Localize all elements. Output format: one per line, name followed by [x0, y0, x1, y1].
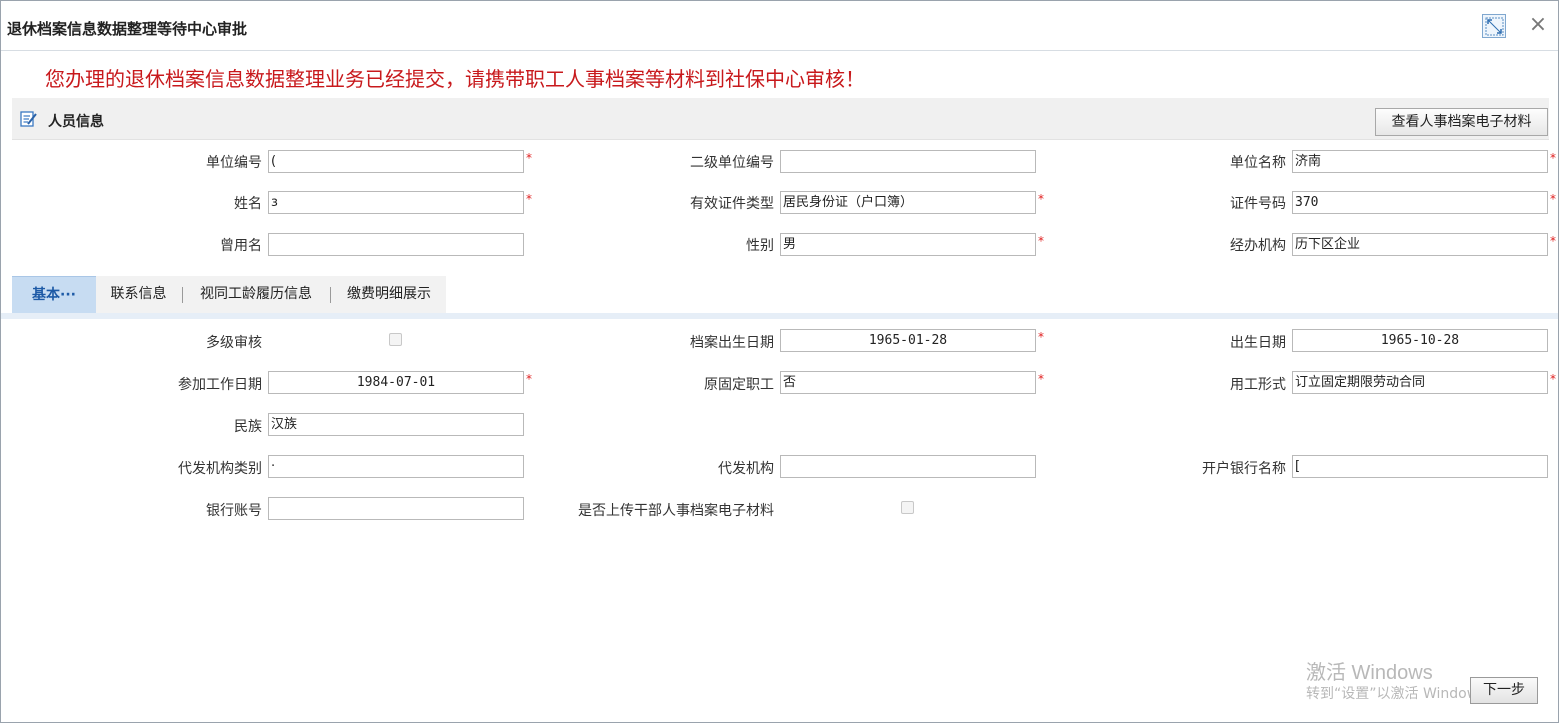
agency-select[interactable]: 历下区企业 [1292, 233, 1548, 256]
unit-code-field[interactable]: ( [268, 150, 524, 173]
required-mark: * [526, 151, 532, 165]
bank-name-label: 开户银行名称 [1202, 461, 1286, 477]
title-bar: 退休档案信息数据整理等待中心审批 × [1, 1, 1558, 51]
required-mark: * [1550, 234, 1556, 248]
payout-agency-select[interactable] [780, 455, 1036, 478]
employment-form-select[interactable]: 订立固定期限劳动合同 [1292, 371, 1548, 394]
payout-agency-type-label: 代发机构类别 [178, 461, 262, 477]
tab-divider [182, 287, 183, 303]
gender-label: 性别 [746, 238, 774, 254]
agency-label: 经办机构 [1230, 238, 1286, 254]
upload-cadre-materials-label: 是否上传干部人事档案电子材料 [578, 503, 774, 519]
original-fixed-worker-label: 原固定职工 [704, 377, 774, 393]
required-mark: * [1038, 234, 1044, 248]
activation-watermark-title: 激活 Windows [1306, 662, 1433, 684]
ethnicity-select[interactable]: 汉族 [268, 413, 524, 436]
payout-agency-label: 代发机构 [718, 461, 774, 477]
bank-account-field[interactable] [268, 497, 524, 520]
required-mark: * [1038, 330, 1044, 344]
required-mark: * [1550, 151, 1556, 165]
bank-account-label: 银行账号 [206, 503, 262, 519]
archive-birth-date-label: 档案出生日期 [690, 335, 774, 351]
close-button[interactable]: × [1527, 14, 1549, 38]
view-archive-materials-button[interactable]: 查看人事档案电子材料 [1375, 108, 1548, 136]
tab-divider [330, 287, 331, 303]
ethnicity-label: 民族 [234, 419, 262, 435]
id-number-field[interactable]: 370 [1292, 191, 1548, 214]
unit-name-label: 单位名称 [1230, 155, 1286, 171]
required-mark: * [526, 372, 532, 386]
multi-level-review-checkbox[interactable] [389, 333, 402, 346]
name-label: 姓名 [234, 196, 262, 212]
tab-basic[interactable]: 基本··· [12, 276, 96, 313]
tab-payment-details[interactable]: 缴费明细展示 [333, 276, 445, 313]
person-info-header: 人员信息 查看人事档案电子材料 [12, 98, 1549, 140]
close-icon: × [1528, 12, 1548, 37]
original-fixed-worker-select[interactable]: 否 [780, 371, 1036, 394]
bank-name-field[interactable]: [ [1292, 455, 1548, 478]
edit-form-icon [20, 110, 38, 132]
sub-unit-code-field[interactable] [780, 150, 1036, 173]
unit-name-field[interactable]: 济南 [1292, 150, 1548, 173]
maximize-button[interactable] [1482, 14, 1506, 38]
submission-notice: 您办理的退休档案信息数据整理业务已经提交，请携带职工人事档案等材料到社保中心审核… [45, 67, 865, 91]
required-mark: * [1550, 192, 1556, 206]
tabs-underline [1, 313, 1558, 319]
maximize-icon [1485, 17, 1504, 36]
id-number-label: 证件号码 [1230, 196, 1286, 212]
required-mark: * [1550, 372, 1556, 386]
sub-unit-code-label: 二级单位编号 [690, 155, 774, 171]
next-step-button[interactable]: 下一步 [1470, 677, 1538, 704]
id-type-label: 有效证件类型 [690, 196, 774, 212]
upload-cadre-materials-checkbox[interactable] [901, 501, 914, 514]
multi-level-review-label: 多级审核 [206, 335, 262, 351]
unit-code-label: 单位编号 [206, 155, 262, 171]
tab-contact[interactable]: 联系信息 [98, 276, 179, 313]
birth-date-label: 出生日期 [1230, 335, 1286, 351]
payout-agency-type-select[interactable]: · [268, 455, 524, 478]
section-title: 人员信息 [48, 114, 104, 130]
work-start-date-field[interactable]: 1984-07-01 [268, 371, 524, 394]
employment-form-label: 用工形式 [1230, 377, 1286, 393]
work-start-date-label: 参加工作日期 [178, 377, 262, 393]
required-mark: * [526, 192, 532, 206]
window-title: 退休档案信息数据整理等待中心审批 [7, 20, 248, 38]
name-field[interactable]: з [268, 191, 524, 214]
required-mark: * [1038, 372, 1044, 386]
former-name-label: 曾用名 [220, 238, 262, 254]
tab-equivalent-service[interactable]: 视同工龄履历信息 [185, 276, 327, 313]
archive-birth-date-field[interactable]: 1965-01-28 [780, 329, 1036, 352]
former-name-field[interactable] [268, 233, 524, 256]
required-mark: * [1038, 192, 1044, 206]
birth-date-field[interactable]: 1965-10-28 [1292, 329, 1548, 352]
gender-select[interactable]: 男 [780, 233, 1036, 256]
dialog-window: 退休档案信息数据整理等待中心审批 × 您办理的退休档案信息数据整理业务已经提交，… [0, 0, 1559, 723]
id-type-select[interactable]: 居民身份证（户口簿） [780, 191, 1036, 214]
